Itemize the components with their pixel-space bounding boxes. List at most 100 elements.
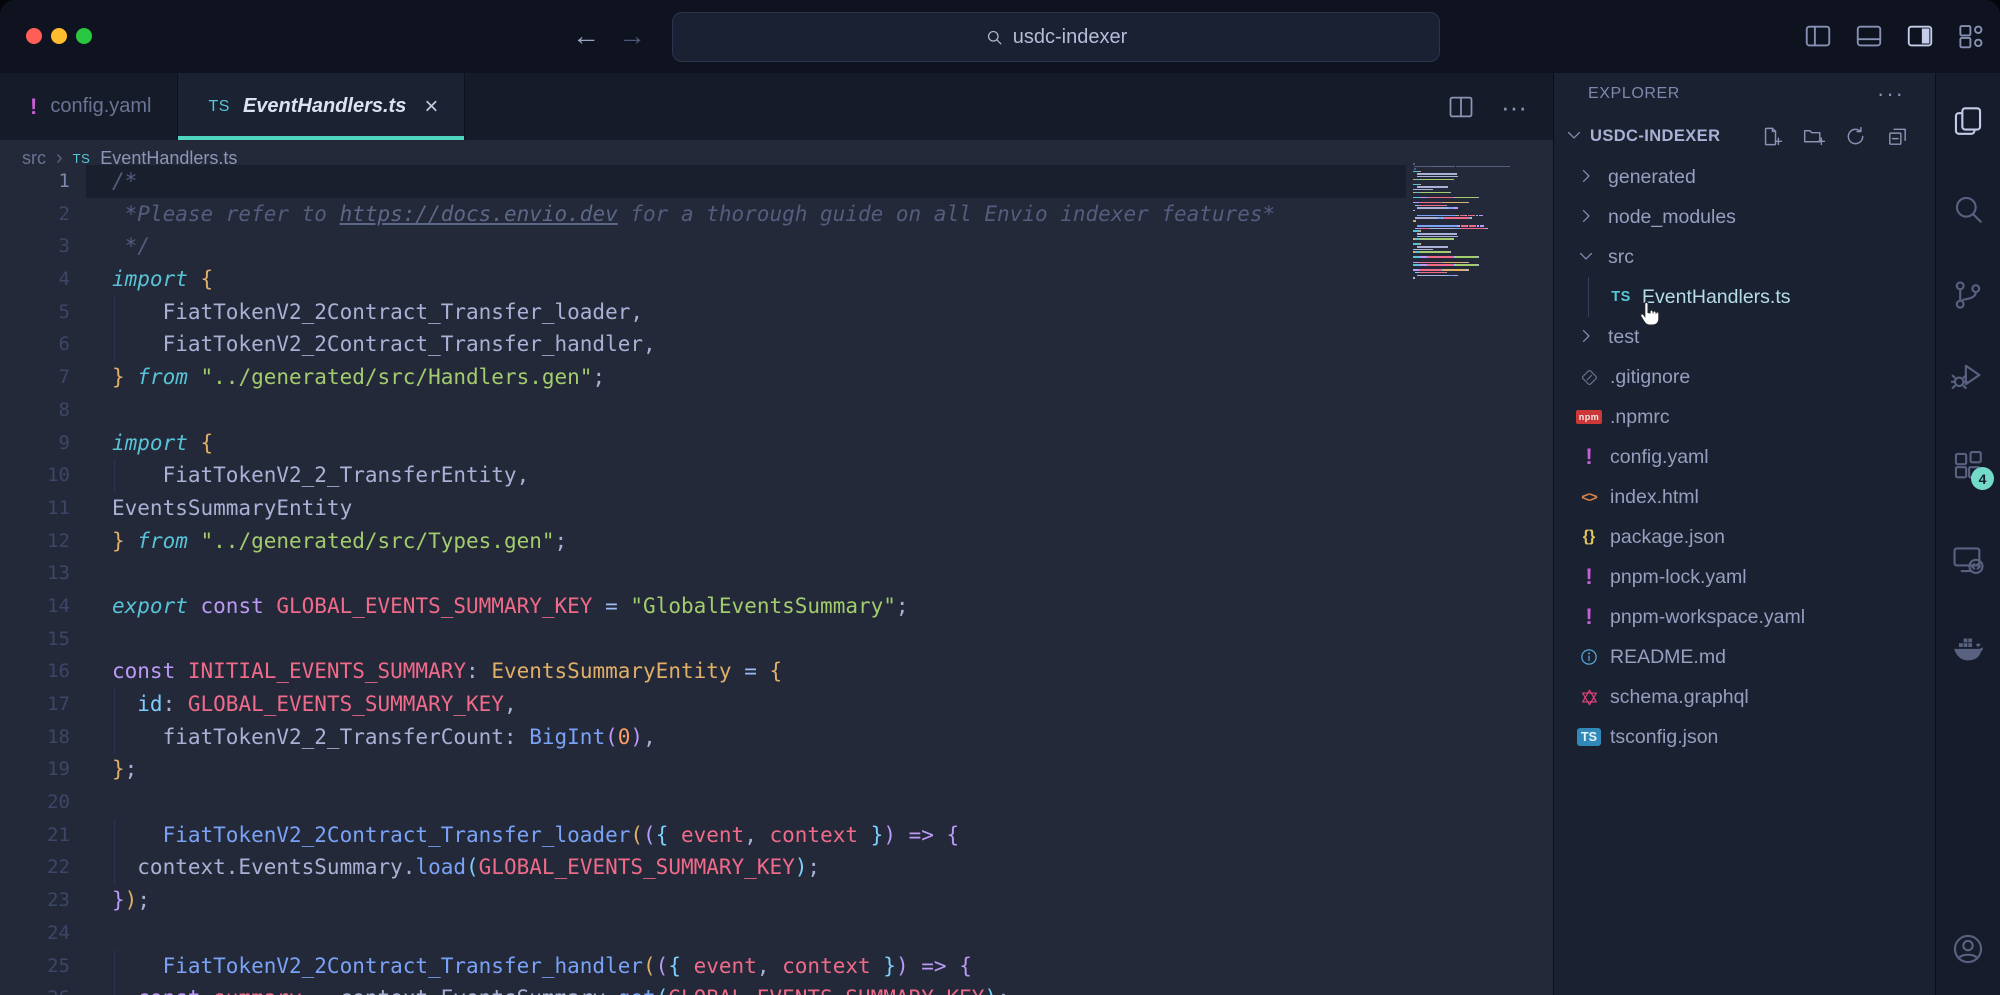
account-icon[interactable] bbox=[1951, 932, 1985, 966]
code-line-11[interactable]: 11EventsSummaryEntity bbox=[0, 492, 1553, 525]
code-line-24[interactable]: 24 bbox=[0, 917, 1553, 950]
chevron-down-icon bbox=[1564, 125, 1586, 147]
json-braces-icon: {} bbox=[1576, 525, 1602, 549]
remote-explorer-icon[interactable] bbox=[1951, 542, 1985, 576]
minimap-line bbox=[1413, 194, 1535, 196]
new-folder-icon[interactable] bbox=[1802, 125, 1825, 148]
code-line-13[interactable]: 13 bbox=[0, 557, 1553, 590]
file-label: tsconfig.json bbox=[1610, 726, 1718, 749]
tree-file-index.html[interactable]: <>index.html bbox=[1554, 477, 1935, 517]
code-line-23[interactable]: 23}); bbox=[0, 884, 1553, 917]
code-line-14[interactable]: 14export const GLOBAL_EVENTS_SUMMARY_KEY… bbox=[0, 590, 1553, 623]
code-line-6[interactable]: 6 FiatTokenV2_2Contract_Transfer_handler… bbox=[0, 328, 1553, 361]
tree-folder-node_modules[interactable]: node_modules bbox=[1554, 197, 1935, 237]
layout-customize-icon[interactable] bbox=[1956, 21, 1986, 51]
line-number: 25 bbox=[0, 950, 70, 983]
minimap-line bbox=[1413, 212, 1535, 214]
code-line-5[interactable]: 5 FiatTokenV2_2Contract_Transfer_loader, bbox=[0, 296, 1553, 329]
new-file-icon[interactable] bbox=[1760, 125, 1783, 148]
tree-folder-test[interactable]: test bbox=[1554, 317, 1935, 357]
collapse-all-icon[interactable] bbox=[1886, 125, 1909, 148]
code-text: }); bbox=[112, 884, 150, 917]
minimap-line bbox=[1413, 264, 1535, 266]
tree-folder-generated[interactable]: generated bbox=[1554, 157, 1935, 197]
code-text: }; bbox=[112, 753, 137, 786]
minimap[interactable] bbox=[1413, 163, 1535, 353]
code-line-22[interactable]: 22 context.EventsSummary.load(GLOBAL_EVE… bbox=[0, 851, 1553, 884]
code-line-3[interactable]: 3 */ bbox=[0, 230, 1553, 263]
tree-file-README.md[interactable]: README.md bbox=[1554, 637, 1935, 677]
code-line-26[interactable]: 26 const summary = context.EventsSummary… bbox=[0, 982, 1553, 995]
docker-icon[interactable] bbox=[1951, 630, 1985, 664]
explorer-more-icon[interactable]: ··· bbox=[1877, 89, 1905, 99]
code-line-10[interactable]: 10 FiatTokenV2_2_TransferEntity, bbox=[0, 459, 1553, 492]
yaml-exclaim-icon: ! bbox=[1576, 445, 1602, 469]
code-text: FiatTokenV2_2_TransferEntity, bbox=[112, 459, 529, 492]
extensions-icon[interactable]: 4 bbox=[1951, 449, 1985, 483]
code-line-19[interactable]: 19}; bbox=[0, 753, 1553, 786]
file-label: .npmrc bbox=[1610, 406, 1670, 429]
code-editor[interactable]: 1/*2 *Please refer to https://docs.envio… bbox=[0, 165, 1553, 995]
code-line-2[interactable]: 2 *Please refer to https://docs.envio.de… bbox=[0, 198, 1553, 231]
source-control-icon[interactable] bbox=[1951, 278, 1985, 312]
window-close-button[interactable] bbox=[26, 28, 42, 44]
code-line-17[interactable]: 17 id: GLOBAL_EVENTS_SUMMARY_KEY, bbox=[0, 688, 1553, 721]
layout-sidebar-left-icon[interactable] bbox=[1803, 21, 1833, 51]
refresh-icon[interactable] bbox=[1844, 125, 1867, 148]
tree-file-.gitignore[interactable]: .gitignore bbox=[1554, 357, 1935, 397]
line-number: 17 bbox=[0, 688, 70, 721]
tree-file-EventHandlers.ts[interactable]: TSEventHandlers.ts bbox=[1554, 277, 1935, 317]
code-line-9[interactable]: 9import { bbox=[0, 427, 1553, 460]
code-line-16[interactable]: 16const INITIAL_EVENTS_SUMMARY: EventsSu… bbox=[0, 655, 1553, 688]
minimap-line bbox=[1413, 275, 1535, 277]
code-line-20[interactable]: 20 bbox=[0, 786, 1553, 819]
line-number: 18 bbox=[0, 721, 70, 754]
line-number: 20 bbox=[0, 786, 70, 819]
layout-panel-bottom-icon[interactable] bbox=[1854, 21, 1884, 51]
code-line-1[interactable]: 1/* bbox=[0, 165, 1553, 198]
tree-file-pnpm-workspace.yaml[interactable]: !pnpm-workspace.yaml bbox=[1554, 597, 1935, 637]
window-zoom-button[interactable] bbox=[76, 28, 92, 44]
tree-file-schema.graphql[interactable]: schema.graphql bbox=[1554, 677, 1935, 717]
split-editor-icon[interactable] bbox=[1447, 93, 1475, 121]
code-text: FiatTokenV2_2Contract_Transfer_handler((… bbox=[112, 950, 972, 983]
code-text: const INITIAL_EVENTS_SUMMARY: EventsSumm… bbox=[112, 655, 782, 688]
code-line-8[interactable]: 8 bbox=[0, 394, 1553, 427]
window-minimize-button[interactable] bbox=[51, 28, 67, 44]
line-number: 15 bbox=[0, 623, 70, 656]
line-number: 19 bbox=[0, 753, 70, 786]
line-number: 10 bbox=[0, 459, 70, 492]
more-actions-icon[interactable]: ··· bbox=[1501, 94, 1527, 120]
tree-file-tsconfig.json[interactable]: TStsconfig.json bbox=[1554, 717, 1935, 757]
command-center-search[interactable]: usdc-indexer bbox=[672, 12, 1440, 62]
layout-sidebar-right-icon[interactable] bbox=[1905, 21, 1935, 51]
code-line-12[interactable]: 12} from "../generated/src/Types.gen"; bbox=[0, 525, 1553, 558]
code-line-7[interactable]: 7} from "../generated/src/Handlers.gen"; bbox=[0, 361, 1553, 394]
tree-folder-src[interactable]: src bbox=[1554, 237, 1935, 277]
navigate-back-button[interactable]: ← bbox=[572, 22, 600, 50]
tree-file-package.json[interactable]: {}package.json bbox=[1554, 517, 1935, 557]
search-icon[interactable] bbox=[1951, 192, 1985, 226]
code-line-18[interactable]: 18 fiatTokenV2_2_TransferCount: BigInt(0… bbox=[0, 721, 1553, 754]
code-text: } from "../generated/src/Types.gen"; bbox=[112, 525, 567, 558]
yaml-exclaim-icon: ! bbox=[1576, 605, 1602, 629]
file-label: config.yaml bbox=[1610, 446, 1709, 469]
code-line-15[interactable]: 15 bbox=[0, 623, 1553, 656]
code-line-21[interactable]: 21 FiatTokenV2_2Contract_Transfer_loader… bbox=[0, 819, 1553, 852]
run-and-debug-icon[interactable] bbox=[1951, 358, 1985, 392]
project-root-row[interactable]: USDC-INDEXER bbox=[1554, 115, 1935, 157]
vscode-window: ← → usdc-indexer !config.yamlTSEventHand… bbox=[0, 0, 2000, 995]
explorer-icon[interactable] bbox=[1951, 104, 1985, 138]
code-line-25[interactable]: 25 FiatTokenV2_2Contract_Transfer_handle… bbox=[0, 950, 1553, 983]
tab-EventHandlers.ts[interactable]: TSEventHandlers.ts× bbox=[178, 73, 465, 140]
tree-file-pnpm-lock.yaml[interactable]: !pnpm-lock.yaml bbox=[1554, 557, 1935, 597]
tree-file-.npmrc[interactable]: npm.npmrc bbox=[1554, 397, 1935, 437]
project-name: USDC-INDEXER bbox=[1590, 127, 1720, 146]
minimap-line bbox=[1413, 176, 1535, 178]
navigate-forward-button[interactable]: → bbox=[618, 22, 646, 50]
tab-close-icon[interactable]: × bbox=[424, 95, 438, 119]
editor-group: !config.yamlTSEventHandlers.ts× ··· src … bbox=[0, 73, 1553, 995]
code-line-4[interactable]: 4import { bbox=[0, 263, 1553, 296]
tree-file-config.yaml[interactable]: ! config.yaml bbox=[1554, 437, 1935, 477]
tab-config.yaml[interactable]: !config.yaml bbox=[0, 73, 178, 140]
